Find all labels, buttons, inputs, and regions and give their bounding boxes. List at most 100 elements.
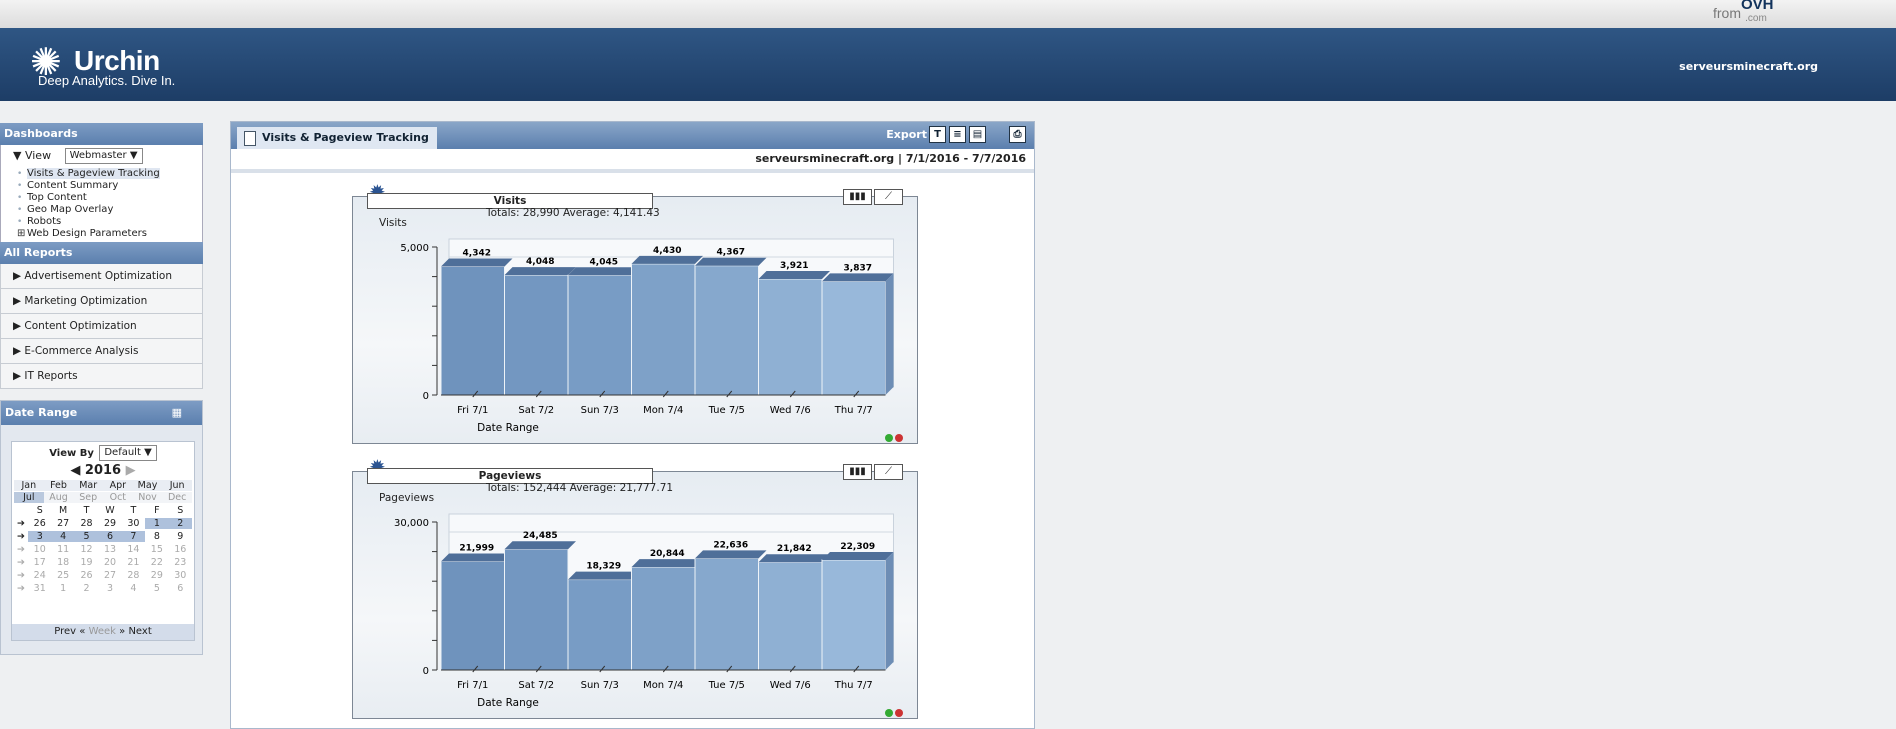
calendar-day[interactable]: 29 [145, 570, 168, 581]
view-select[interactable]: Webmaster ▼ [64, 148, 143, 164]
bar[interactable] [631, 566, 696, 671]
report-it[interactable]: ▶ IT Reports [0, 364, 203, 389]
calendar-day[interactable]: 29 [98, 518, 121, 529]
print-icon[interactable]: ⎙ [1009, 126, 1026, 143]
week-select-arrow-icon[interactable]: ➔ [14, 518, 28, 529]
calendar-day[interactable]: 5 [145, 583, 168, 594]
calendar-day[interactable]: 1 [51, 583, 74, 594]
calendar-day[interactable]: 5 [74, 531, 99, 542]
calendar-day[interactable]: 2 [75, 583, 98, 594]
calendar-day[interactable]: 30 [122, 518, 145, 529]
month-jun[interactable]: Jun [162, 480, 192, 491]
export-text-icon[interactable]: T [929, 126, 946, 143]
calendar-day[interactable]: 22 [145, 557, 168, 568]
sidebar-item-content-summary[interactable]: Content Summary [1, 180, 202, 192]
calendar-day[interactable]: 28 [122, 570, 145, 581]
bar[interactable] [821, 559, 886, 671]
bar[interactable] [821, 280, 886, 396]
calendar-day[interactable]: 31 [28, 583, 51, 594]
view-by-select[interactable]: Default ▼ [99, 445, 157, 461]
calendar-day[interactable]: 23 [169, 557, 192, 568]
calendar-day[interactable]: 4 [51, 531, 75, 542]
month-feb[interactable]: Feb [43, 480, 74, 491]
calendar-day[interactable]: 3 [28, 531, 52, 542]
calendar-day[interactable]: 25 [51, 570, 74, 581]
sidebar-item-robots[interactable]: Robots [1, 216, 202, 228]
month-apr[interactable]: Apr [102, 480, 133, 491]
calendar-day[interactable]: 30 [169, 570, 192, 581]
bar[interactable] [631, 263, 696, 396]
ovh-logo[interactable]: OVH .com [1741, 0, 1774, 26]
week-select-arrow-icon[interactable]: ➔ [14, 557, 28, 568]
calendar-day[interactable]: 24 [28, 570, 51, 581]
calendar-day[interactable]: 14 [122, 544, 145, 555]
report-ecommerce[interactable]: ▶ E-Commerce Analysis [0, 339, 203, 364]
sidebar-item-geo-map[interactable]: Geo Map Overlay [1, 204, 202, 216]
calendar-day[interactable]: 6 [98, 531, 122, 542]
calendar-day[interactable]: 20 [98, 557, 121, 568]
next-year-icon[interactable]: ▶ [126, 463, 136, 478]
month-aug[interactable]: Aug [43, 492, 74, 503]
calendar-day[interactable]: 18 [51, 557, 74, 568]
month-jul[interactable]: Jul [14, 492, 44, 503]
month-may[interactable]: May [132, 480, 163, 491]
calendar-day[interactable]: 26 [28, 518, 51, 529]
bar[interactable] [504, 274, 569, 396]
bar[interactable] [758, 561, 823, 671]
calendar-day[interactable]: 15 [145, 544, 168, 555]
bar[interactable] [694, 265, 759, 396]
prev-button[interactable]: Prev [54, 626, 76, 637]
bar[interactable] [758, 278, 823, 396]
month-dec[interactable]: Dec [162, 492, 192, 503]
calendar-day[interactable]: 19 [75, 557, 98, 568]
view-by-row: View By Default ▼ [12, 445, 194, 461]
sidebar-item-visits-pageview[interactable]: Visits & Pageview Tracking [1, 168, 202, 180]
export-xml-icon[interactable]: ≡ [949, 126, 966, 143]
calendar-day[interactable]: 1 [145, 518, 169, 529]
calendar-day[interactable]: 16 [169, 544, 192, 555]
calendar-day[interactable]: 17 [28, 557, 51, 568]
next-button[interactable]: Next [128, 626, 151, 637]
month-nov[interactable]: Nov [132, 492, 163, 503]
week-select-arrow-icon[interactable]: ➔ [14, 544, 28, 555]
bar[interactable] [440, 560, 505, 671]
bar[interactable] [567, 274, 632, 396]
report-advertisement[interactable]: ▶ Advertisement Optimization [0, 264, 203, 289]
calendar-day[interactable]: 10 [28, 544, 51, 555]
calendar-day[interactable]: 27 [98, 570, 121, 581]
calendar-icon[interactable]: ▦ [172, 401, 182, 425]
month-sep[interactable]: Sep [73, 492, 103, 503]
calendar-day[interactable]: 6 [169, 583, 192, 594]
sidebar-item-web-design[interactable]: Web Design Parameters [1, 228, 202, 240]
sidebar-item-top-content[interactable]: Top Content [1, 192, 202, 204]
bar[interactable] [440, 265, 505, 396]
tab-visits-pageview[interactable]: Visits & Pageview Tracking [237, 127, 437, 149]
calendar-day[interactable]: 21 [122, 557, 145, 568]
calendar-day[interactable]: 27 [51, 518, 74, 529]
report-marketing[interactable]: ▶ Marketing Optimization [0, 289, 203, 314]
report-content[interactable]: ▶ Content Optimization [0, 314, 203, 339]
calendar-day[interactable]: 4 [122, 583, 145, 594]
calendar-day[interactable]: 12 [75, 544, 98, 555]
month-oct[interactable]: Oct [102, 492, 133, 503]
month-jan[interactable]: Jan [14, 480, 44, 491]
prev-year-icon[interactable]: ◀ [70, 463, 80, 478]
calendar-day[interactable]: 9 [169, 531, 192, 542]
calendar-day[interactable]: 26 [75, 570, 98, 581]
calendar-day[interactable]: 8 [145, 531, 168, 542]
calendar-day[interactable]: 3 [98, 583, 121, 594]
week-select-arrow-icon[interactable]: ➔ [14, 583, 28, 594]
bar[interactable] [694, 557, 759, 671]
view-toggle-icon[interactable]: ▼ [13, 149, 21, 162]
month-mar[interactable]: Mar [73, 480, 103, 491]
calendar-day[interactable]: 13 [98, 544, 121, 555]
bar[interactable] [504, 548, 569, 671]
calendar-day[interactable]: 7 [121, 531, 146, 542]
calendar-day[interactable]: 28 [75, 518, 98, 529]
week-select-arrow-icon[interactable]: ➔ [14, 570, 28, 581]
calendar-day[interactable]: 11 [51, 544, 74, 555]
export-excel-icon[interactable]: ▤ [969, 126, 986, 143]
calendar-day[interactable]: 2 [168, 518, 192, 529]
bar[interactable] [567, 579, 632, 671]
week-select-arrow-icon[interactable]: ➔ [14, 531, 28, 542]
